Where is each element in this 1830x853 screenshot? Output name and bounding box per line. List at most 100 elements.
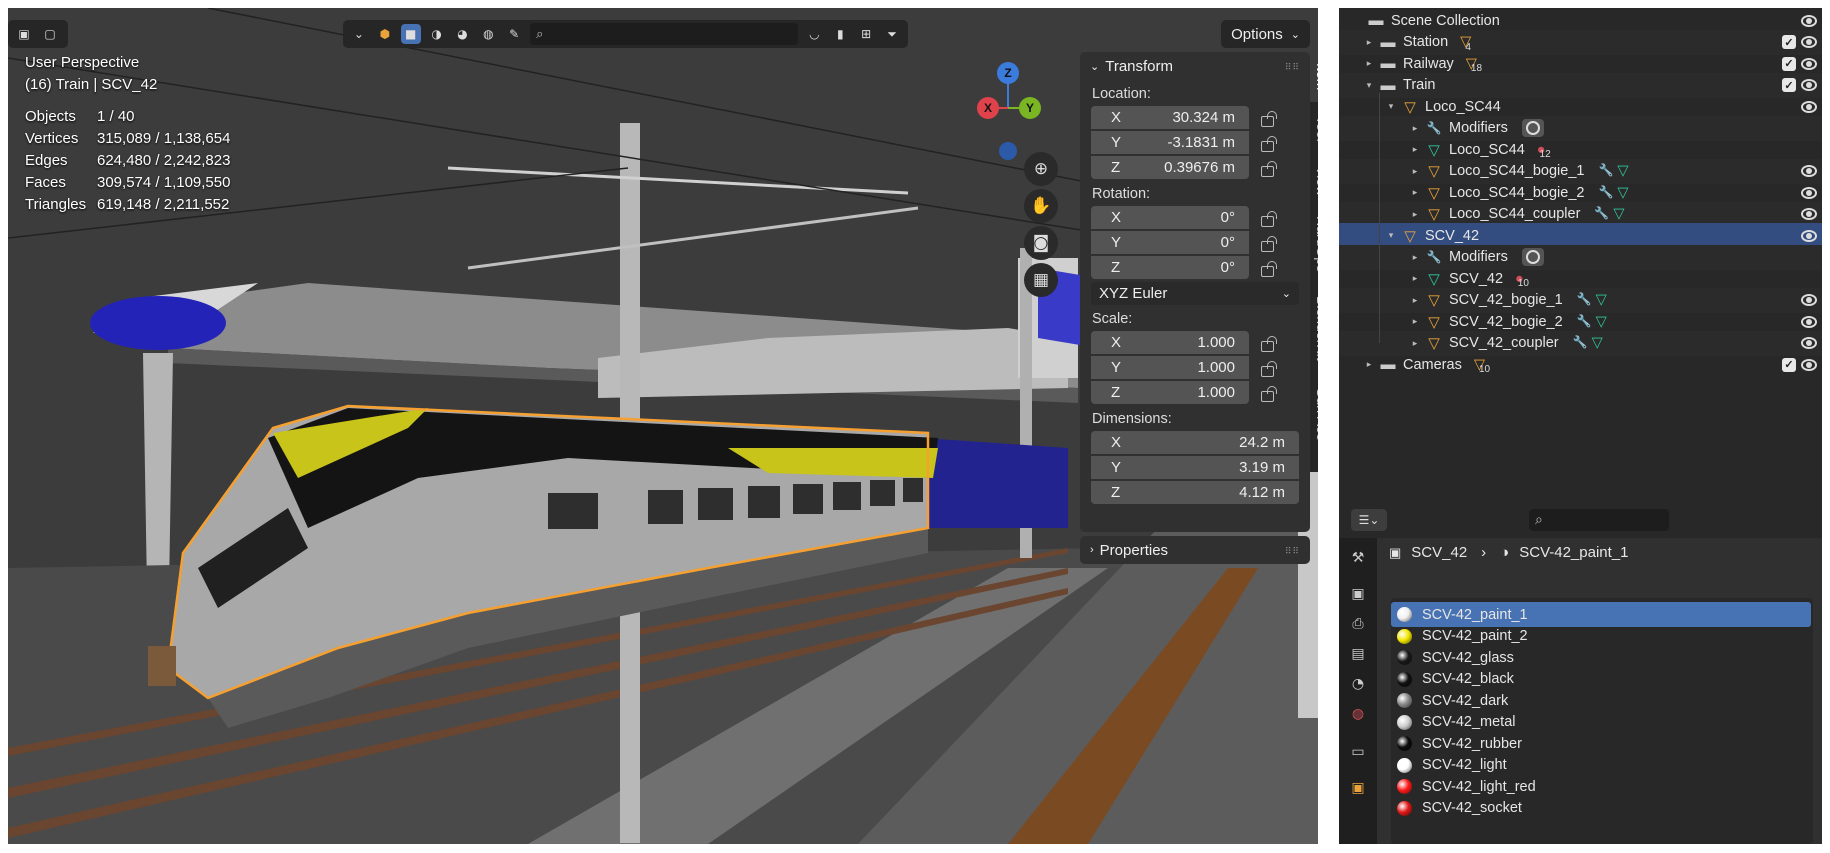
expand-right-icon[interactable]: ▸ [1409,123,1421,134]
location-z-field[interactable]: Z 0.39676 m [1091,156,1249,179]
pan-hand-icon[interactable]: ✋ [1024,189,1058,223]
lock-icon[interactable] [1261,335,1279,352]
location-y-field[interactable]: Y -3.1831 m [1091,131,1249,154]
material-slot-row[interactable]: SCV-42_socket [1391,796,1811,821]
mesh-data-icon[interactable]: ▽ [1617,185,1628,201]
tab-blenderkit[interactable]: BlenderKit [1310,282,1318,374]
collection-icon[interactable]: ▭ [1348,742,1368,762]
lock-icon[interactable] [1261,210,1279,227]
shading-cube-icon[interactable]: ⬢ [375,24,395,44]
drag-grip-icon[interactable]: ⠿⠿ [1285,63,1300,73]
mesh-data-icon[interactable]: ▽ [1617,163,1628,179]
material-shading-icon[interactable]: ◑ [427,24,447,44]
navigation-gizmo[interactable]: Z X Y [963,58,1073,168]
brush-icon[interactable]: ✎ [504,24,524,44]
scale-x-field[interactable]: X 1.000 [1091,331,1249,354]
gizmo-x-axis[interactable]: X [977,97,999,119]
expand-right-icon[interactable]: ▸ [1409,144,1421,155]
modifier-toggle-icon[interactable] [1521,248,1544,266]
object-icon[interactable]: ▣ [1348,778,1368,798]
eye-icon[interactable] [1800,57,1818,70]
eye-icon[interactable] [1800,186,1818,199]
view-layer-icon[interactable]: ▤ [1348,644,1368,664]
exclude-checkbox[interactable]: ✓ [1782,35,1796,49]
editor-type-button[interactable]: ☰⌄ [1351,509,1387,531]
wrench-icon[interactable]: 🔧 [1598,163,1613,179]
filter-icon[interactable]: ⏷ [882,24,902,44]
gizmo-neg-z[interactable] [999,142,1017,160]
expand-down-icon[interactable]: ▾ [1385,230,1397,241]
expand-right-icon[interactable]: ▸ [1409,316,1421,327]
expand-right-icon[interactable]: ▸ [1409,338,1421,349]
exclude-checkbox[interactable]: ✓ [1782,56,1796,71]
rotation-mode-select[interactable]: XYZ Euler ⌄ [1091,282,1299,305]
dimensions-x-field[interactable]: X 24.2 m [1091,431,1299,454]
render-icon[interactable]: ▣ [1348,584,1368,604]
transform-header[interactable]: ⌄ Transform [1080,52,1310,80]
scale-y-field[interactable]: Y 1.000 [1091,356,1249,379]
location-x-field[interactable]: X 30.324 m [1091,106,1249,129]
wrench-icon[interactable]: 🔧 [1594,206,1609,222]
expand-right-icon[interactable]: ▸ [1409,295,1421,306]
eye-icon[interactable] [1800,100,1818,113]
expand-right-icon[interactable]: ▸ [1409,252,1421,263]
tab-tool[interactable]: Tool [1310,104,1318,154]
camera-icon[interactable]: ◙ [1024,226,1058,260]
dimensions-y-field[interactable]: Y 3.19 m [1091,456,1299,479]
curve-icon[interactable]: ◡ [804,24,824,44]
expand-right-icon[interactable]: ▸ [1409,273,1421,284]
lock-icon[interactable] [1261,235,1279,252]
rotation-z-field[interactable]: Z 0° [1091,256,1249,279]
expand-down-icon[interactable]: ▾ [1385,101,1397,112]
wrench-icon[interactable]: 🔧 [1577,292,1592,308]
hierarchy-icon[interactable]: ⊞ [856,24,876,44]
eye-icon[interactable] [1800,315,1818,328]
grid-icon[interactable]: ▦ [1024,263,1058,297]
eye-icon[interactable] [1800,165,1818,177]
bookmark-icon[interactable]: ▮ [830,24,850,44]
render-shading-icon[interactable]: ◕ [453,24,473,44]
solid-shading-icon[interactable]: ■ [400,24,421,44]
expand-right-icon[interactable]: ▸ [1363,58,1375,69]
modifier-toggle-icon[interactable] [1521,119,1544,137]
scale-z-field[interactable]: Z 1.000 [1091,381,1249,404]
eye-icon[interactable] [1800,337,1818,349]
lock-icon[interactable] [1261,135,1279,152]
lock-icon[interactable] [1261,160,1279,177]
expand-right-icon[interactable]: ▸ [1409,209,1421,220]
expand-down-icon[interactable]: ▾ [1363,80,1375,91]
eye-icon[interactable] [1800,14,1818,27]
lock-icon[interactable] [1261,260,1279,277]
exclude-checkbox[interactable]: ✓ [1782,357,1796,372]
mesh-data-icon[interactable]: ▽ [1613,206,1624,222]
world-icon[interactable]: ◍ [1348,704,1368,724]
wrench-icon[interactable]: 🔧 [1598,185,1613,201]
zoom-icon[interactable]: ⊕ [1024,152,1058,186]
drag-grip-icon[interactable]: ⠿⠿ [1285,547,1300,557]
material-slot-list[interactable]: SCV-42_paint_1 SCV-42_paint_2 SCV-42_glass… [1391,598,1813,844]
options-dropdown[interactable]: Options ⌄ [1221,20,1310,48]
select-extend-icon[interactable]: ▢ [40,24,60,44]
dimensions-z-field[interactable]: Z 4.12 m [1091,481,1299,504]
3d-viewport[interactable]: ▣ ▢ ⌄ ⬢ ■ ◑ ◕ ◍ ✎ ⌕ ◡ ▮ ⊞ ⏷ Options ⌄ Us… [8,8,1318,844]
wrench-icon[interactable]: 🔧 [1573,335,1588,351]
viewport-search-input[interactable]: ⌕ [530,23,799,45]
tab-view[interactable]: View [1310,156,1318,206]
eye-icon[interactable] [1800,358,1818,371]
output-icon[interactable]: ⎙ [1348,614,1368,634]
mesh-data-icon[interactable]: ▽ [1592,335,1603,351]
rotation-x-field[interactable]: X 0° [1091,206,1249,229]
scene-icon[interactable]: ◔ [1348,674,1368,694]
chevron-down-icon[interactable]: ⌄ [349,24,369,44]
gizmo-y-axis[interactable]: Y [1019,97,1041,119]
lock-icon[interactable] [1261,360,1279,377]
expand-right-icon[interactable]: ▸ [1363,359,1375,370]
eye-icon[interactable] [1800,79,1818,91]
lock-icon[interactable] [1261,385,1279,402]
tab-item[interactable]: Item [1310,52,1318,102]
exclude-checkbox[interactable]: ✓ [1782,78,1796,92]
gizmo-z-axis[interactable]: Z [997,62,1019,84]
rotation-y-field[interactable]: Y 0° [1091,231,1249,254]
eye-icon[interactable] [1800,208,1818,220]
expand-right-icon[interactable]: ▸ [1363,37,1375,48]
